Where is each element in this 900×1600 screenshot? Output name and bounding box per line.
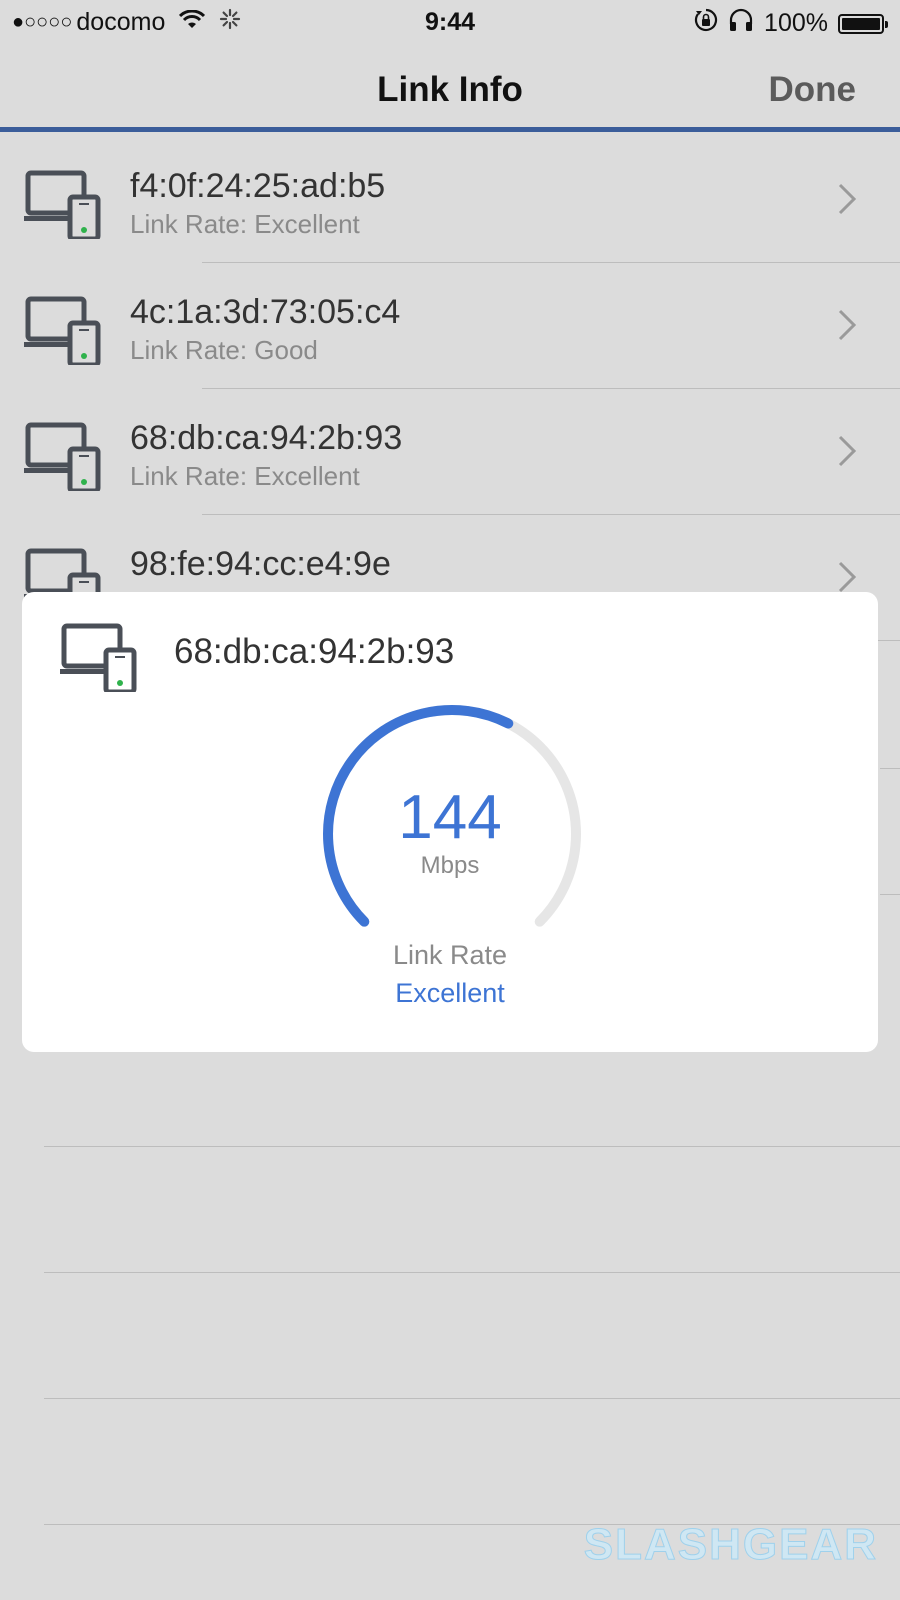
device-mac-address: 98:fe:94:cc:e4:9e bbox=[130, 545, 391, 583]
battery-percent: 100% bbox=[764, 9, 828, 37]
devices-icon bbox=[24, 170, 101, 239]
device-link-rate: Link Rate: Good bbox=[130, 335, 318, 365]
link-speed-value: 144 bbox=[398, 783, 502, 852]
status-bar: ●○○○○ docomo 9:44 100% bbox=[0, 0, 900, 44]
devices-icon bbox=[24, 422, 101, 491]
device-link-rate: Link Rate: Excellent bbox=[130, 461, 360, 491]
devices-icon bbox=[60, 623, 137, 692]
status-right: 100% bbox=[684, 8, 888, 39]
battery-icon bbox=[838, 13, 888, 34]
link-rate-label: Link Rate bbox=[392, 940, 508, 970]
row-divider bbox=[44, 1272, 900, 1273]
link-speed-unit: Mbps bbox=[420, 852, 480, 879]
row-divider bbox=[44, 1146, 900, 1147]
device-mac-address: 4c:1a:3d:73:05:c4 bbox=[130, 293, 401, 331]
row-divider bbox=[880, 894, 900, 895]
chevron-right-icon bbox=[838, 309, 857, 341]
row-divider bbox=[44, 1398, 900, 1399]
done-button[interactable]: Done bbox=[769, 70, 857, 110]
page-title: Link Info bbox=[377, 70, 523, 109]
chevron-right-icon bbox=[838, 561, 857, 593]
device-link-rate: Link Rate: Excellent bbox=[130, 209, 360, 239]
device-mac-address: 68:db:ca:94:2b:93 bbox=[130, 419, 403, 457]
device-row[interactable]: f4:0f:24:25:ad:b5 Link Rate: Excellent bbox=[0, 137, 900, 263]
headphones-icon bbox=[728, 8, 754, 39]
device-row[interactable]: 4c:1a:3d:73:05:c4 Link Rate: Good bbox=[0, 263, 900, 389]
device-list: f4:0f:24:25:ad:b5 Link Rate: Excellent 4… bbox=[0, 137, 900, 641]
navigation-bar: Link Info Done bbox=[0, 44, 900, 132]
device-row[interactable]: 68:db:ca:94:2b:93 Link Rate: Excellent bbox=[0, 389, 900, 515]
chevron-right-icon bbox=[838, 183, 857, 215]
device-mac-address: f4:0f:24:25:ad:b5 bbox=[130, 167, 386, 205]
link-detail-card: 68:db:ca:94:2b:93 144 Mbps Link Rate Exc… bbox=[22, 592, 878, 1052]
link-rate-quality: Excellent bbox=[395, 978, 505, 1008]
devices-icon bbox=[24, 296, 101, 365]
popup-mac-address: 68:db:ca:94:2b:93 bbox=[174, 632, 455, 671]
row-divider bbox=[880, 768, 900, 769]
watermark-logo: SLASHGEAR bbox=[583, 1520, 878, 1570]
chevron-right-icon bbox=[838, 435, 857, 467]
rotation-lock-icon bbox=[694, 8, 718, 39]
